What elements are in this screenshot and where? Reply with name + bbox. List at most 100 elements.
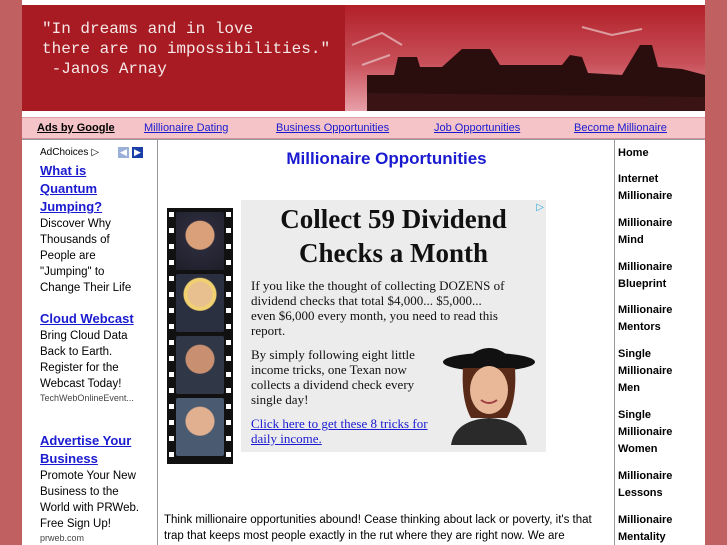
ad-link-line: daily income. [251,431,322,446]
filmstrip-image[interactable] [167,208,233,464]
desc-line: World with PRWeb. [40,502,140,514]
nav-link-job-opportunities[interactable]: Job Opportunities [434,122,520,134]
left-ad-1-desc: Discover Why Thousands of People are "Ju… [40,216,152,296]
title-line: Quantum [40,181,98,196]
title-line: Cloud Webcast [40,311,134,326]
nav-millionaire-mind[interactable]: Millionaire Mind [618,215,704,249]
left-ad-3-url[interactable]: prweb.com [40,532,152,545]
ad-text-line: By simply following eight little [251,347,415,362]
left-ad-column: AdChoices ▷ ◀ ▶ What is Quantum Jumping?… [22,140,158,545]
nav-label: Millionaire [618,426,673,438]
main-content: Millionaire Opportunities ▷ Collect 59 D… [159,140,614,545]
left-ad-2-title[interactable]: Cloud Webcast [40,310,152,328]
desc-line: Thousands of [40,234,110,246]
page-title: Millionaire Opportunities [286,149,487,168]
desc-line: "Jumping" to [40,266,105,278]
left-ad-1-title[interactable]: What is Quantum Jumping? [40,162,152,216]
nav-label: Internet [618,173,659,185]
portrait-photo [176,212,224,270]
nav-internet-millionaire[interactable]: Internet Millionaire [618,171,704,205]
nav-label: Single [618,348,652,360]
nav-home[interactable]: Home [618,145,704,162]
nav-single-millionaire-men[interactable]: Single Millionaire Men [618,346,704,397]
left-ad-3-desc: Promote Your New Business to the World w… [40,468,152,532]
desc-line: Promote Your New [40,470,136,482]
nav-label: Mentors [618,321,661,333]
left-ad-1: What is Quantum Jumping? Discover Why Th… [40,162,152,296]
nav-label: Millionaire [618,190,673,202]
ad-paragraph-2: By simply following eight little income … [251,347,441,407]
ad-link-bar: Ads by Google Millionaire Dating Busines… [22,117,705,139]
portrait-photo [176,398,224,456]
nav-label: Men [618,382,640,394]
nav-millionaire-mentality[interactable]: Millionaire Mentality [618,512,704,545]
desc-line: Business to the [40,486,119,498]
ad-headline: Collect 59 Dividend Checks a Month [241,202,546,270]
ad-text-line: even $6,000 every month, you need to rea… [251,308,498,323]
nav-label: Millionaire [618,514,673,526]
ad-text-line: income tricks, one Texan now [251,362,407,377]
intro-line: trap that keeps most people exactly in t… [164,530,565,542]
left-ad-2: Cloud Webcast Bring Cloud Data Back to E… [40,310,152,405]
desc-line: People are [40,250,96,262]
nav-millionaire-mentors[interactable]: Millionaire Mentors [618,302,704,336]
quote-line-2: there are no impossibilities." [42,40,331,58]
page: "In dreams and in love there are no impo… [22,0,705,545]
intro-paragraph: Think millionaire opportunities abound! … [164,512,611,544]
right-navigation: Home Internet Millionaire Millionaire Mind… [614,140,705,545]
adchoices-icon: ▷ [91,147,100,158]
nav-single-millionaire-women[interactable]: Single Millionaire Women [618,407,704,458]
ad-text-line: collects a dividend check every [251,377,415,392]
quote-line-3: -Janos Arnay [51,60,167,78]
desc-line: Webcast Today! [40,378,122,390]
nav-millionaire-lessons[interactable]: Millionaire Lessons [618,468,704,502]
adchoices-label: AdChoices [40,147,89,158]
nav-label: Millionaire [618,304,673,316]
title-line: Business [40,451,98,466]
left-ad-2-desc: Bring Cloud Data Back to Earth. Register… [40,328,152,392]
ad-text-line: report. [251,323,286,338]
dividend-ad-box[interactable]: ▷ Collect 59 Dividend Checks a Month If … [241,200,546,452]
nav-label: Millionaire [618,365,673,377]
title-line: Advertise Your [40,433,132,448]
nav-label: Blueprint [618,278,667,290]
nav-link-millionaire-dating[interactable]: Millionaire Dating [144,122,228,134]
intro-line: Think millionaire opportunities abound! … [164,514,592,526]
ad-cta-link[interactable]: Click here to get these 8 tricks for dai… [251,416,451,446]
ad-headline-line-2: Checks a Month [298,238,488,268]
header-quote: "In dreams and in love there are no impo… [42,19,330,79]
portrait-photo [176,274,224,332]
ad-text-line: dividend checks that total $4,000... $5,… [251,293,482,308]
ad-text-line: If you like the thought of collecting DO… [251,278,505,293]
desc-line: Free Sign Up! [40,518,111,530]
adchoices[interactable]: AdChoices ▷ [40,147,99,158]
ad-text-line: single day! [251,392,309,407]
nav-link-business-opportunities[interactable]: Business Opportunities [276,122,389,134]
nav-label: Millionaire [618,470,673,482]
desc-line: Bring Cloud Data [40,330,128,342]
desc-line: Back to Earth. [40,346,113,358]
next-arrow-icon[interactable]: ▶ [132,147,143,158]
left-ad-3-title[interactable]: Advertise Your Business [40,432,152,468]
title-line: What is [40,163,87,178]
desc-line: Register for the [40,362,119,374]
nav-link-become-millionaire[interactable]: Become Millionaire [574,122,667,134]
nav-label: Mentality [618,531,666,543]
portrait-photo [176,336,224,394]
woman-photo [443,348,535,445]
ads-by-google-label[interactable]: Ads by Google [37,122,115,134]
nav-label: Millionaire [618,217,673,229]
nav-label: Home [618,147,649,159]
ad-link-line: Click here to get these 8 tricks for [251,416,428,431]
left-ad-2-url[interactable]: TechWebOnlineEvent... [40,392,152,405]
desc-line: Discover Why [40,218,111,230]
nav-label: Women [618,443,658,455]
nav-label: Single [618,409,652,421]
header-banner: "In dreams and in love there are no impo… [22,5,705,111]
prev-arrow-icon[interactable]: ◀ [118,147,129,158]
desc-line: Change Their Life [40,282,132,294]
title-line: Jumping? [40,199,103,214]
quote-line-1: "In dreams and in love [42,20,254,38]
ad-headline-line-1: Collect 59 Dividend [280,204,507,234]
nav-millionaire-blueprint[interactable]: Millionaire Blueprint [618,259,704,293]
